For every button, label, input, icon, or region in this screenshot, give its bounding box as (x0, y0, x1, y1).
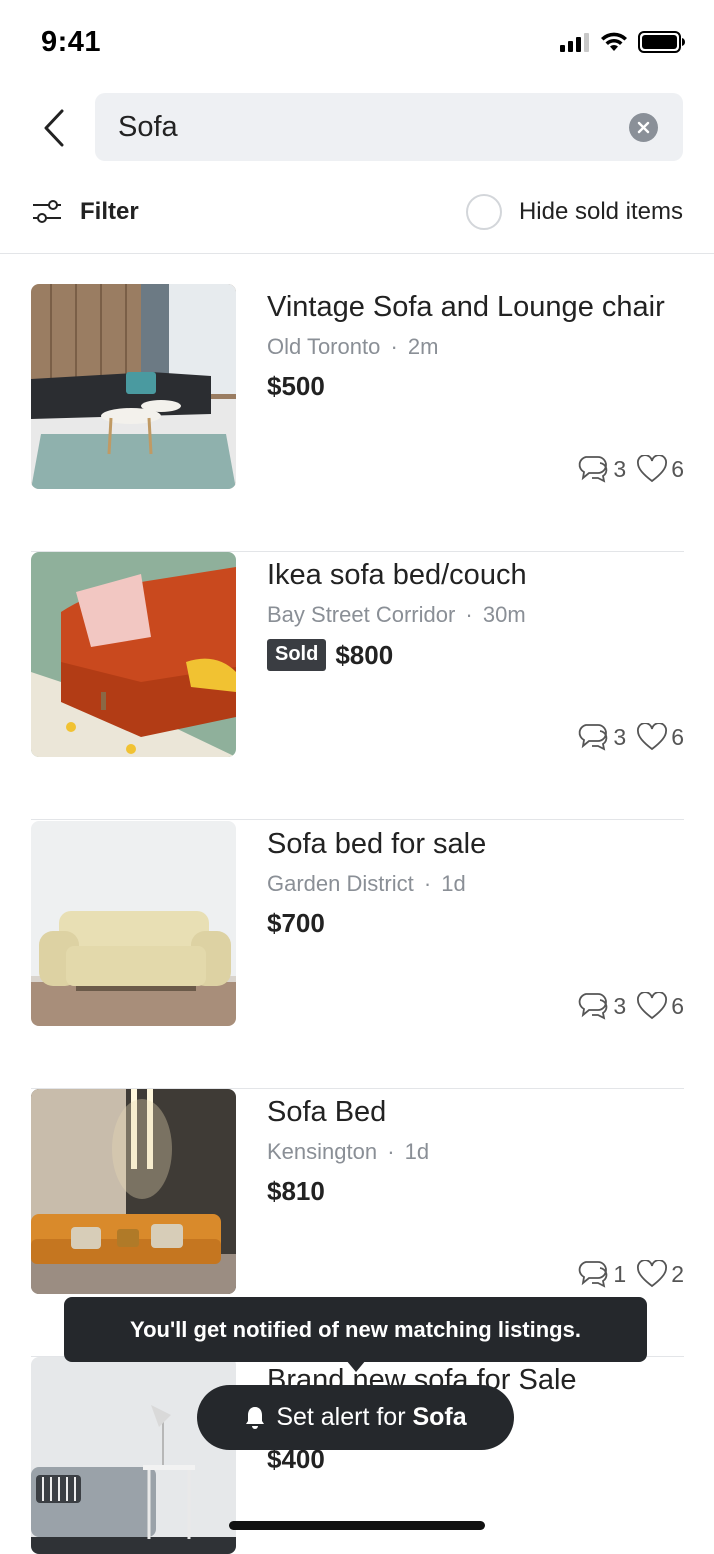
chat-bubbles-icon (579, 993, 608, 1020)
likes-count: 6 (671, 455, 684, 482)
likes-count: 6 (671, 992, 684, 1019)
listing-price: $700 (267, 908, 325, 938)
sliders-icon (33, 200, 61, 223)
meta-separator: · (390, 334, 398, 359)
comments-count: 1 (613, 1260, 627, 1287)
bell-icon (246, 1406, 265, 1429)
search-query: Sofa (118, 111, 178, 143)
listing-age: 1d (441, 871, 466, 896)
listing-location: Old Toronto (267, 334, 381, 359)
heart-icon (637, 992, 668, 1020)
likes-stat: 6 (636, 992, 684, 1020)
listing-age: 30m (482, 602, 526, 627)
meta-separator: · (423, 871, 432, 896)
likes-stat: 6 (636, 723, 684, 751)
listing-title: Vintage Sofa and Lounge chair (267, 291, 665, 323)
listing-age: 1d (404, 1139, 430, 1164)
set-alert-button[interactable]: Set alert for Sofa (197, 1385, 514, 1450)
likes-count: 2 (671, 1260, 684, 1287)
listing-photo (31, 821, 236, 1026)
clear-search-button[interactable] (629, 113, 658, 142)
hide-sold-label: Hide sold items (518, 198, 683, 225)
wifi-icon (601, 32, 627, 51)
signal-icon (560, 33, 589, 52)
close-icon (637, 121, 650, 134)
chat-bubbles-icon (579, 724, 608, 751)
comments-stat: 3 (576, 722, 626, 752)
alert-tooltip: You'll get notified of new matching list… (64, 1297, 647, 1362)
listing-stats: 1 2 (566, 1259, 684, 1289)
likes-stat: 6 (636, 455, 684, 483)
status-bar: 9:41 (0, 0, 714, 88)
listing-info: Sofa Bed Kensington · 1d $810 (267, 1093, 684, 1207)
listing-photo (31, 284, 236, 489)
hide-sold-checkbox[interactable] (465, 194, 502, 230)
likes-stat: 2 (636, 1260, 684, 1288)
listing-item[interactable]: Vintage Sofa and Lounge chair Old Toront… (31, 284, 684, 552)
status-time: 9:41 (41, 26, 102, 58)
listing-meta: Old Toronto · 2m (267, 333, 684, 361)
listing-info: Ikea sofa bed/couch Bay Street Corridor … (267, 556, 684, 671)
chat-bubbles-icon (579, 1261, 608, 1288)
search-input[interactable]: Sofa (95, 93, 683, 161)
filter-bar: Filter Hide sold items (0, 186, 714, 254)
meta-separator: · (465, 602, 473, 627)
price-row: $810 (267, 1176, 684, 1207)
listing-meta: Bay Street Corridor · 30m (267, 601, 684, 629)
price-row: $700 (267, 908, 684, 939)
listing-info: Sofa bed for sale Garden District · 1d $… (267, 825, 684, 939)
chevron-left-icon (44, 109, 64, 147)
price-row: $500 (267, 371, 684, 402)
price-row: Sold $800 (267, 639, 684, 671)
home-indicator (229, 1521, 485, 1530)
heart-icon (637, 1260, 668, 1288)
listing-location: Bay Street Corridor (267, 602, 456, 627)
listing-meta: Kensington · 1d (267, 1138, 684, 1166)
set-alert-label: Set alert for Sofa (276, 1403, 466, 1432)
listing-stats: 3 6 (566, 454, 684, 484)
set-alert-prefix: Set alert for (276, 1403, 413, 1431)
listing-location: Garden District (267, 871, 414, 896)
filter-button[interactable]: Filter (32, 194, 139, 230)
comments-stat: 3 (576, 454, 626, 484)
listing-photo (31, 552, 236, 757)
listing-stats: 3 6 (566, 722, 684, 752)
chat-bubbles-icon (579, 456, 608, 483)
meta-separator: · (387, 1139, 395, 1164)
listing-price: $810 (267, 1176, 325, 1206)
hide-sold-toggle[interactable]: Hide sold items (465, 194, 683, 230)
listing-price: $500 (267, 371, 325, 401)
comments-count: 3 (613, 992, 627, 1019)
listing-photo (31, 1357, 236, 1554)
listing-location: Kensington (267, 1139, 378, 1164)
status-icons (560, 30, 686, 54)
battery-icon (638, 31, 685, 53)
divider (31, 819, 684, 820)
comments-stat: 3 (576, 991, 626, 1021)
comments-stat: 1 (576, 1259, 626, 1289)
listing-title: Sofa bed for sale (267, 828, 487, 860)
listing-item[interactable]: Sofa bed for sale Garden District · 1d $… (31, 821, 684, 1089)
listing-info: Vintage Sofa and Lounge chair Old Toront… (267, 288, 684, 402)
comments-count: 3 (613, 723, 627, 750)
likes-count: 6 (671, 723, 684, 750)
listing-age: 2m (407, 334, 439, 359)
comments-count: 3 (613, 455, 627, 482)
back-button[interactable] (30, 104, 78, 152)
listing-item[interactable]: Ikea sofa bed/couch Bay Street Corridor … (31, 552, 684, 820)
listing-meta: Garden District · 1d (267, 870, 684, 898)
filter-label: Filter (80, 198, 139, 225)
listing-title: Ikea sofa bed/couch (267, 559, 527, 591)
listing-stats: 3 6 (566, 991, 684, 1021)
set-alert-keyword: Sofa (412, 1403, 467, 1431)
tooltip-arrow (346, 1360, 366, 1372)
heart-icon (637, 723, 668, 751)
heart-icon (637, 455, 668, 483)
listing-price: $800 (335, 639, 394, 670)
listing-title: Sofa Bed (267, 1096, 387, 1128)
sold-badge: Sold (267, 639, 327, 671)
listing-photo (31, 1089, 236, 1294)
